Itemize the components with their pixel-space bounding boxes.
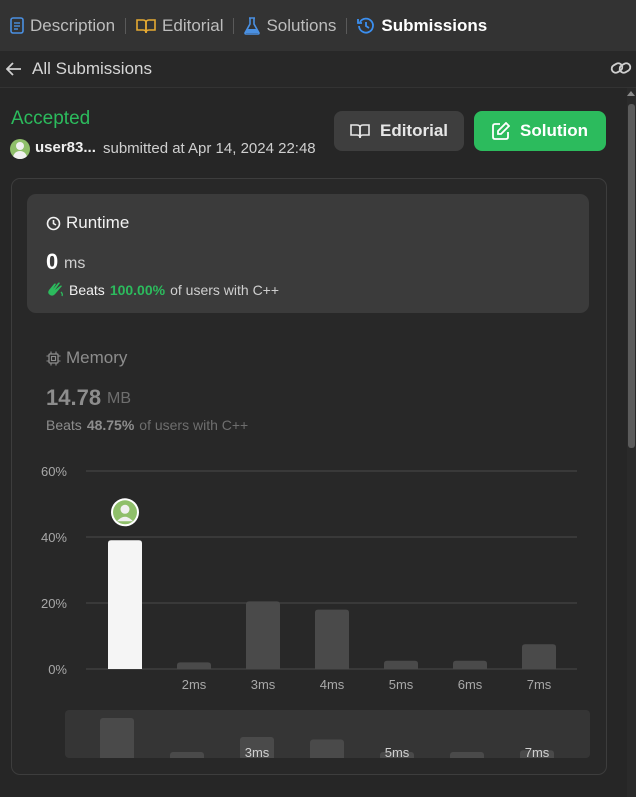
- selected-user-avatar-icon: [111, 498, 139, 527]
- overview-bar: [450, 752, 484, 758]
- x-tick-label: 2ms: [182, 677, 207, 692]
- x-tick-label: 5ms: [389, 677, 414, 692]
- y-tick-label: 40%: [41, 530, 67, 545]
- selected-bar: [108, 540, 142, 669]
- bar: [522, 644, 556, 669]
- x-tick-label: 3ms: [251, 677, 276, 692]
- y-tick-label: 20%: [41, 596, 67, 611]
- bar: [453, 660, 487, 669]
- overview-tick-label: 7ms: [525, 745, 550, 758]
- bar: [384, 660, 418, 669]
- x-tick-label: 4ms: [320, 677, 345, 692]
- overview-tick-label: 3ms: [245, 745, 270, 758]
- overview-bar: [310, 739, 344, 758]
- bar: [315, 609, 349, 669]
- overview-bar: [100, 718, 134, 758]
- y-tick-label: 0%: [48, 662, 67, 677]
- bar: [246, 601, 280, 669]
- overview-bar: [170, 752, 204, 758]
- x-tick-label: 7ms: [527, 677, 552, 692]
- x-tick-label: 6ms: [458, 677, 483, 692]
- runtime-distribution-chart[interactable]: 0% 20% 40% 60% 2ms 3ms 4ms 5ms 6ms 7ms: [0, 0, 636, 710]
- overview-tick-label: 5ms: [385, 745, 410, 758]
- bar: [177, 662, 211, 669]
- chart-range-scrubber[interactable]: 3ms 5ms 7ms: [65, 710, 590, 758]
- y-tick-label: 60%: [41, 464, 67, 479]
